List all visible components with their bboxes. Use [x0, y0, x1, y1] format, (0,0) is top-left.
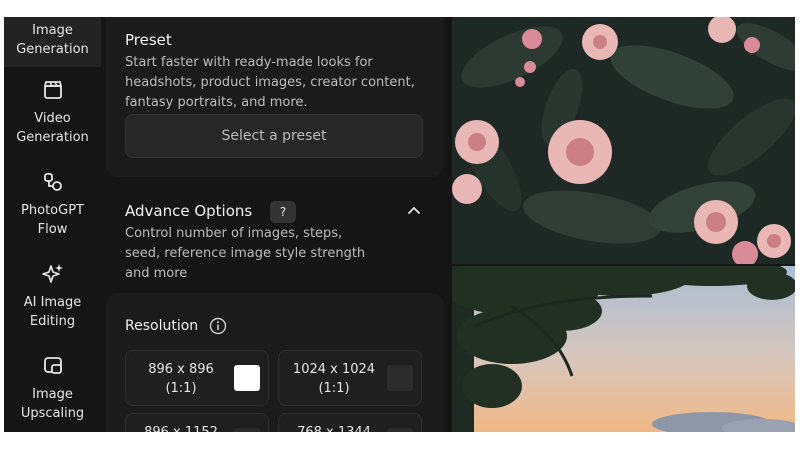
aspect-swatch — [387, 365, 413, 391]
aspect-swatch — [234, 428, 260, 432]
app-frame: Image Generation Video Generation PhotoG… — [4, 17, 795, 432]
resolution-size: 896 x 896 — [148, 362, 214, 377]
advance-description-line: Control number of images, steps, — [125, 226, 343, 241]
sidebar-item-label: Video — [34, 111, 71, 126]
sidebar-nav: Image Generation Video Generation PhotoG… — [4, 17, 101, 432]
resolution-ratio: (1:1) — [165, 381, 197, 396]
resolution-title: Resolution — [125, 318, 199, 334]
settings-panel: Preset Start faster with ready-made look… — [104, 17, 451, 432]
resolution-option-text: 896 x 1152 — [126, 423, 236, 432]
resolution-option-text: 896 x 896 (1:1) — [126, 360, 236, 398]
clapperboard-icon — [40, 77, 66, 103]
advance-options-title[interactable]: Advance Options — [125, 202, 252, 220]
sidebar-item-image-generation[interactable]: Image Generation — [4, 17, 101, 67]
resolution-size: 768 x 1344 — [279, 423, 389, 432]
resolution-option-896[interactable]: 896 x 896 (1:1) — [125, 350, 269, 406]
sidebar-item-label: Editing — [29, 314, 76, 329]
sparkles-icon — [40, 261, 66, 287]
help-badge[interactable]: ? — [270, 201, 296, 223]
resolution-ratio: (1:1) — [318, 381, 350, 396]
flow-icon — [40, 169, 66, 195]
upscale-icon — [40, 353, 66, 379]
aspect-swatch — [234, 365, 260, 391]
sidebar-item-label: PhotoGPT — [21, 203, 84, 218]
resolution-option-text: 768 x 1344 — [279, 423, 389, 432]
advance-description-line: and more — [125, 266, 188, 281]
preset-description-line: headshots, product images, creator conte… — [125, 75, 415, 90]
resolution-option-1024[interactable]: 1024 x 1024 (1:1) — [278, 350, 422, 406]
resolution-option-text: 1024 x 1024 (1:1) — [279, 360, 389, 398]
sidebar-item-label: Upscaling — [20, 406, 85, 421]
preset-title: Preset — [125, 31, 172, 49]
advance-description-line: seed, reference image style strength — [125, 246, 366, 261]
sidebar-item-label: Generation — [16, 130, 89, 145]
resolution-size: 1024 x 1024 — [292, 362, 376, 377]
sidebar-item-ai-image-editing[interactable]: AI Image Editing — [4, 261, 101, 331]
preset-description-line: fantasy portraits, and more. — [125, 95, 308, 110]
sidebar-item-video-generation[interactable]: Video Generation — [4, 77, 101, 147]
resolution-option-896x1152[interactable]: 896 x 1152 — [125, 413, 269, 432]
sidebar-item-image-upscaling[interactable]: Image Upscaling — [4, 353, 101, 423]
resolution-option-768x1344[interactable]: 768 x 1344 — [278, 413, 422, 432]
sidebar-item-label: Flow — [37, 222, 68, 237]
sidebar-item-label: Image — [32, 387, 73, 402]
aspect-swatch — [387, 428, 413, 432]
sidebar-item-label: Generation — [16, 42, 89, 57]
sidebar-item-label: AI Image — [23, 295, 82, 310]
sidebar-item-photogpt-flow[interactable]: PhotoGPT Flow — [4, 169, 101, 239]
resolution-size: 896 x 1152 — [126, 423, 236, 432]
select-preset-button[interactable]: Select a preset — [125, 114, 423, 158]
preset-description-line: Start faster with ready-made looks for — [125, 55, 373, 70]
generated-image-flowers[interactable] — [452, 17, 795, 264]
info-icon[interactable] — [209, 317, 227, 335]
generated-image-sunset[interactable] — [452, 266, 795, 432]
sidebar-item-label: Image — [32, 23, 73, 38]
chevron-up-icon[interactable] — [407, 203, 421, 217]
